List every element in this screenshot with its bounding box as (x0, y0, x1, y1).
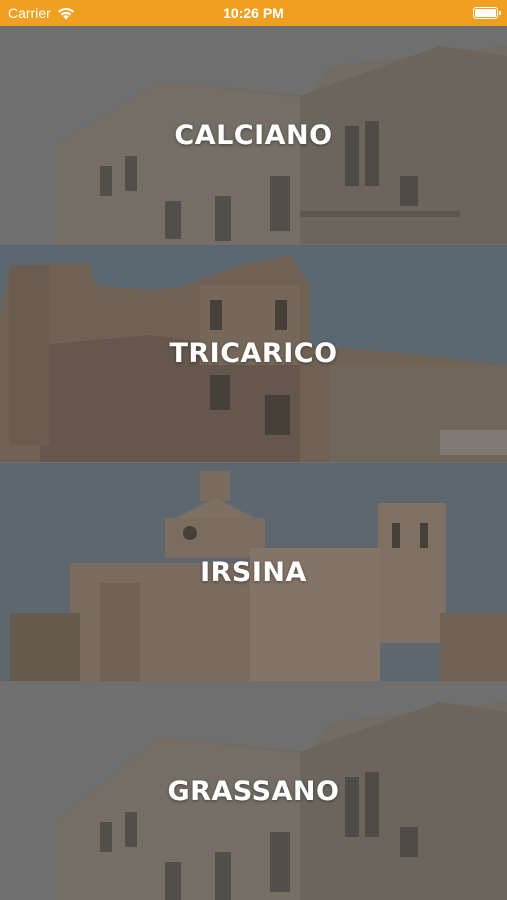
battery-icon (473, 7, 501, 19)
town-tile-grassano[interactable]: GRASSANO (0, 682, 507, 900)
town-name: TRICARICO (169, 338, 338, 369)
clock: 10:26 PM (223, 5, 284, 21)
town-name: CALCIANO (174, 119, 333, 151)
town-tile-irsina[interactable]: IRSINA (0, 463, 507, 681)
wifi-icon (57, 7, 74, 19)
town-name: GRASSANO (167, 775, 340, 807)
carrier-label: Carrier (8, 5, 51, 21)
status-bar: Carrier 10:26 PM (0, 0, 507, 26)
battery-fill (475, 9, 496, 17)
town-name: IRSINA (200, 556, 307, 588)
town-tile-calciano[interactable]: CALCIANO (0, 26, 507, 244)
town-tile-tricarico[interactable]: TRICARICO (0, 245, 507, 462)
